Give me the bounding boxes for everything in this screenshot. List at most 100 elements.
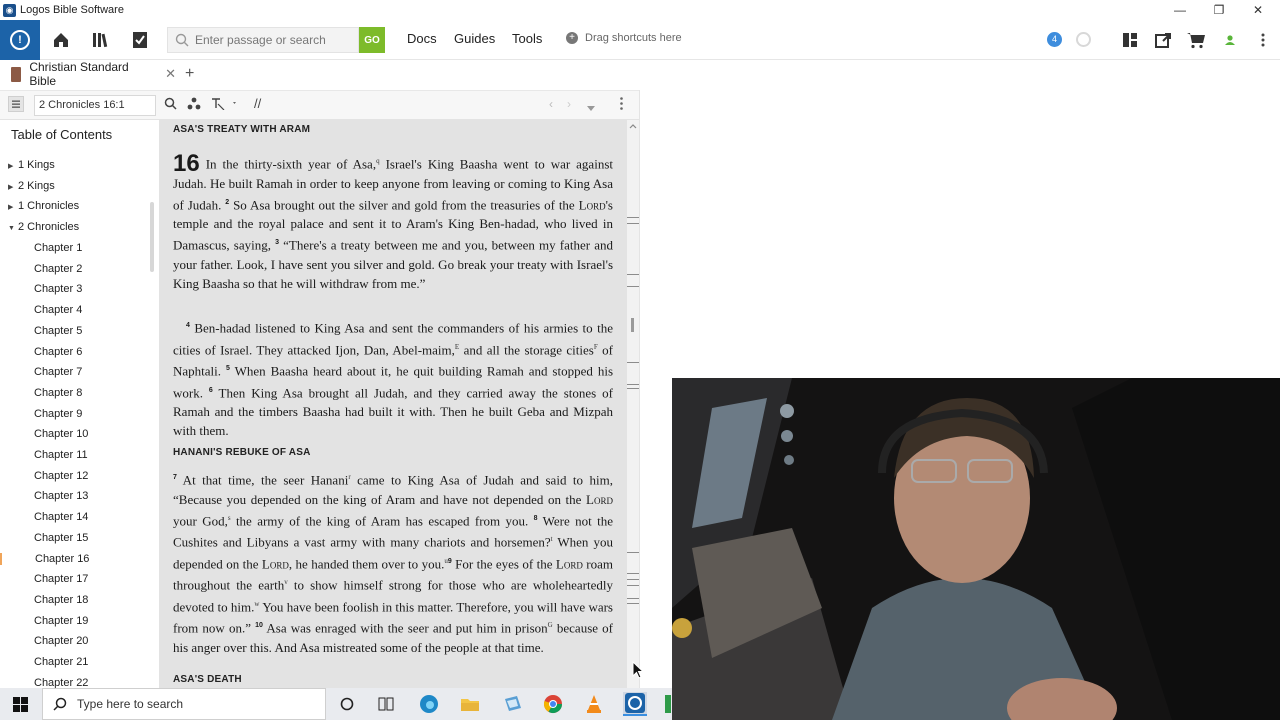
toc-chapter-item[interactable]: Chapter 6 (34, 346, 82, 358)
scroll-marker (627, 223, 639, 224)
add-tab-button[interactable]: + (185, 65, 194, 83)
scroll-marker (627, 274, 639, 275)
edge-browser-icon[interactable] (417, 692, 441, 716)
toc-book-1-chronicles[interactable]: ▶ 1 Chronicles (8, 200, 79, 212)
reference-box[interactable]: 2 Chronicles 16:1 (34, 95, 156, 116)
toc-chapter-item[interactable]: Chapter 21 (34, 656, 88, 668)
scroll-marker (627, 598, 639, 599)
scroll-up-icon[interactable] (627, 122, 639, 130)
open-in-new-window-icon[interactable] (1151, 28, 1175, 52)
collapse-arrow-icon[interactable]: ▼ (8, 225, 18, 232)
notifications-badge[interactable]: 4 (1047, 32, 1062, 47)
toc-chapter-item[interactable]: Chapter 7 (34, 366, 82, 378)
taskbar-search-box[interactable]: Type here to search (42, 688, 326, 720)
section-heading: HANANI'S REBUKE OF ASA (173, 447, 311, 458)
guides-menu[interactable]: Guides (454, 31, 495, 46)
toc-chapter-item[interactable]: Chapter 20 (34, 635, 88, 647)
toc-title: Table of Contents (11, 127, 113, 142)
main-toolbar: ! GO Docs Guides Tools + Drag shortcuts … (0, 20, 1280, 60)
taskbar-search-text: Type here to search (77, 697, 184, 711)
scroll-marker (627, 388, 639, 389)
minimize-button[interactable]: — (1160, 0, 1200, 20)
cart-icon[interactable] (1184, 28, 1208, 52)
windows-taskbar: Type here to search (0, 688, 672, 720)
restore-button[interactable]: ❐ (1199, 0, 1239, 20)
scroll-marker (627, 573, 639, 574)
table-of-contents: Table of Contents ▶ 1 Kings ▶ 2 Kings ▶ 1 C… (0, 120, 159, 688)
section-heading: ASA'S DEATH (173, 674, 242, 685)
file-explorer-icon[interactable] (458, 692, 482, 716)
toc-chapter-item[interactable]: Chapter 2 (34, 263, 82, 275)
logos-logo-icon: ! (10, 30, 30, 50)
toc-book-2-kings[interactable]: ▶ 2 Kings (8, 180, 55, 192)
panel-more-icon[interactable] (620, 97, 623, 113)
search-icon[interactable] (164, 97, 177, 113)
docs-menu[interactable]: Docs (407, 31, 437, 46)
close-window-button[interactable]: ✕ (1238, 0, 1278, 20)
interlinear-icon[interactable] (211, 97, 237, 113)
toc-chapter-item[interactable]: Chapter 14 (34, 511, 88, 523)
toc-chapter-item[interactable]: Chapter 16 (0, 552, 146, 565)
panel-menu-icon[interactable] (8, 96, 24, 115)
passage-search-input[interactable] (195, 33, 345, 47)
logos-menu-button[interactable]: ! (0, 20, 40, 60)
toc-chapter-item[interactable]: Chapter 10 (34, 428, 88, 440)
toc-book-2-chronicles[interactable]: ▼ 2 Chronicles (8, 221, 79, 233)
toc-chapter-item[interactable]: Chapter 22 (34, 677, 88, 688)
app-icon-partial[interactable] (664, 692, 672, 716)
logos-taskbar-icon[interactable] (623, 692, 647, 716)
toc-chapter-item[interactable]: Chapter 9 (34, 408, 82, 420)
paragraph: 16 In the thirty-sixth year of Asa,q Isra… (173, 150, 613, 292)
cortana-icon[interactable] (335, 692, 359, 716)
mouse-cursor-icon (632, 661, 644, 679)
forward-arrow-icon[interactable]: › (567, 97, 571, 111)
back-arrow-icon[interactable]: ‹ (549, 97, 553, 111)
tab-christian-standard-bible[interactable]: Christian Standard Bible ✕ (0, 60, 176, 90)
toc-chapter-item[interactable]: Chapter 1 (34, 242, 82, 254)
toc-chapter-item[interactable]: Chapter 12 (34, 470, 88, 482)
go-button[interactable]: GO (359, 27, 385, 53)
toc-book-1-kings[interactable]: ▶ 1 Kings (8, 159, 55, 171)
tab-label: Christian Standard Bible (29, 60, 129, 88)
account-icon[interactable] (1218, 28, 1242, 52)
history-dropdown-icon[interactable] (587, 100, 595, 114)
start-button[interactable] (0, 688, 40, 720)
expand-arrow-icon[interactable]: ▶ (8, 162, 18, 170)
expand-arrow-icon[interactable]: ▶ (8, 203, 18, 211)
toc-scrollbar[interactable] (150, 202, 154, 272)
passage-search-box[interactable] (167, 27, 359, 53)
toc-chapter-item[interactable]: Chapter 5 (34, 325, 82, 337)
expand-arrow-icon[interactable]: ▶ (8, 183, 18, 191)
tasks-icon[interactable] (128, 28, 152, 52)
sync-status-icon[interactable] (1076, 32, 1091, 47)
more-options-icon[interactable] (1251, 28, 1275, 52)
toc-chapter-item[interactable]: Chapter 4 (34, 304, 82, 316)
layouts-icon[interactable] (1118, 28, 1142, 52)
toc-chapter-item[interactable]: Chapter 3 (34, 283, 82, 295)
verse-number: 10 (255, 622, 263, 630)
scroll-thumb[interactable] (631, 318, 634, 332)
tools-menu[interactable]: Tools (512, 31, 542, 46)
toc-chapter-item[interactable]: Chapter 13 (34, 490, 88, 502)
vlc-player-icon[interactable] (582, 692, 606, 716)
close-tab-icon[interactable]: ✕ (165, 66, 176, 82)
home-icon[interactable] (49, 28, 73, 52)
toc-chapter-item[interactable]: Chapter 18 (34, 594, 88, 606)
toc-chapter-item[interactable]: Chapter 11 (34, 449, 88, 461)
parallel-resources-icon[interactable]: // (254, 96, 261, 111)
task-view-icon[interactable] (374, 692, 398, 716)
app-icon[interactable] (501, 692, 525, 716)
shortcuts-bar[interactable]: + Drag shortcuts here (566, 32, 682, 44)
toc-chapter-item[interactable]: Chapter 8 (34, 387, 82, 399)
windows-logo-icon (12, 696, 28, 712)
scroll-marker (627, 384, 639, 385)
toc-chapter-item[interactable]: Chapter 17 (34, 573, 88, 585)
scroll-marker (627, 362, 639, 363)
toc-chapter-item[interactable]: Chapter 19 (34, 615, 88, 627)
library-icon[interactable] (90, 28, 114, 52)
visual-filters-icon[interactable] (187, 97, 201, 113)
bible-text-pane: ASA'S TREATY WITH ARAM 16 In the thirty-s… (159, 120, 639, 688)
toc-chapter-item[interactable]: Chapter 15 (34, 532, 88, 544)
scroll-marker (627, 579, 639, 580)
chrome-browser-icon[interactable] (541, 692, 565, 716)
